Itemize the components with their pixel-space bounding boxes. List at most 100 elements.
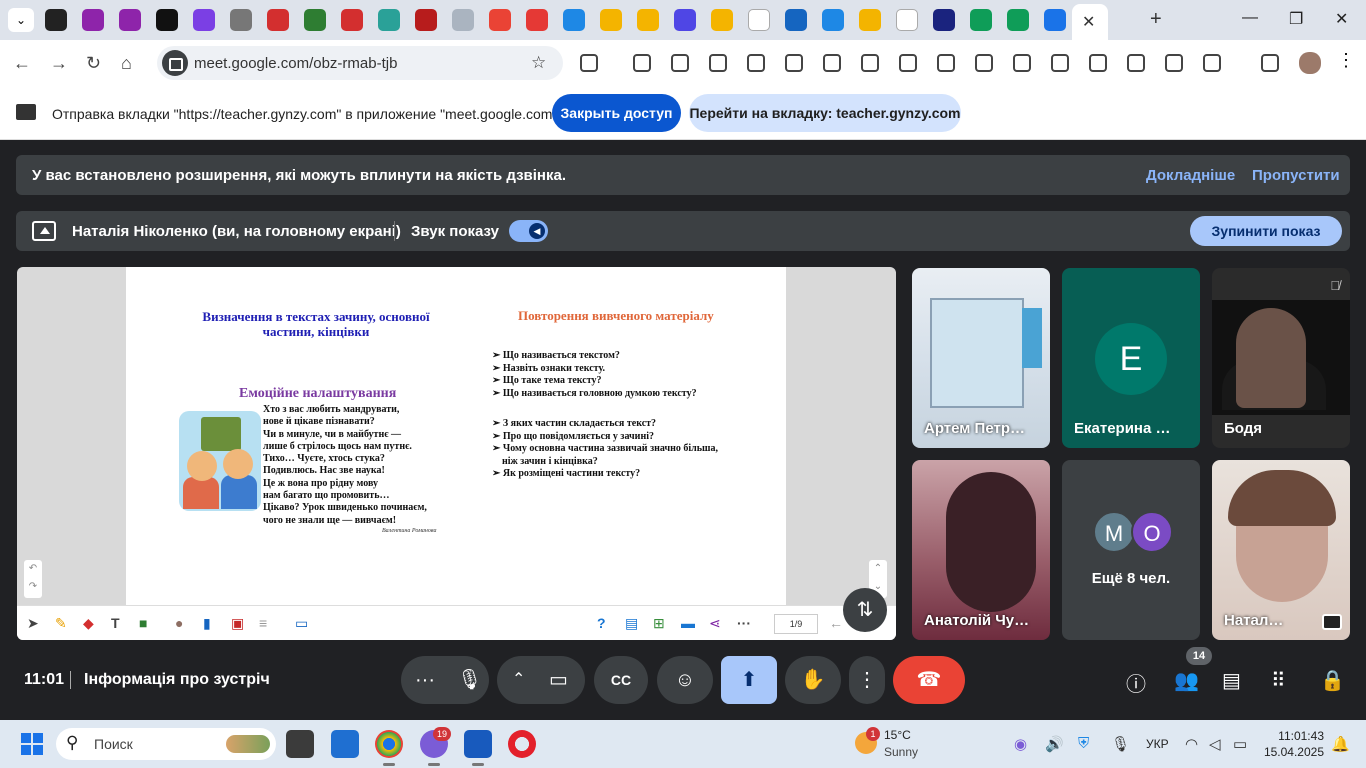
folder-icon[interactable]: ▬ xyxy=(681,615,695,631)
more-icon[interactable]: ··· xyxy=(737,615,751,631)
back-button[interactable]: ← xyxy=(13,53,31,74)
participant-tile[interactable]: Е Екатерина … xyxy=(1062,268,1200,448)
tab-active-meet[interactable]: ✕ xyxy=(1072,4,1108,40)
browser-tab[interactable] xyxy=(896,9,918,31)
speaker-icon[interactable]: ◁ xyxy=(1209,735,1221,753)
menu-icon[interactable]: ⋮ xyxy=(1337,50,1355,70)
stop-presenting-button[interactable]: Зупинити показ xyxy=(1190,216,1342,246)
browser-tab[interactable] xyxy=(82,9,104,31)
present-button[interactable]: ⬆ xyxy=(721,656,777,704)
browser-tab[interactable] xyxy=(822,9,844,31)
more-options-button[interactable]: ⋮ xyxy=(849,656,885,704)
leave-call-button[interactable]: ☎ xyxy=(893,656,965,704)
extensions-icon[interactable] xyxy=(580,54,598,72)
opera-icon[interactable] xyxy=(508,730,536,758)
tool-icon[interactable]: ● xyxy=(175,615,183,631)
tool-icon[interactable]: ▮ xyxy=(203,615,211,632)
browser-tab[interactable] xyxy=(304,9,326,31)
home-button[interactable]: ⌂ xyxy=(121,53,132,74)
captions-button[interactable]: CC xyxy=(594,656,648,704)
browser-tab[interactable] xyxy=(1007,9,1029,31)
browser-tab[interactable] xyxy=(674,9,696,31)
tab-close-icon[interactable]: ✕ xyxy=(1082,12,1095,32)
share-icon[interactable]: ⋖ xyxy=(709,615,721,632)
minimize-button[interactable]: — xyxy=(1242,9,1258,27)
meeting-info-icon[interactable]: ⓘ xyxy=(1126,668,1146,697)
key-icon[interactable] xyxy=(671,54,689,72)
page-indicator[interactable]: 1/9 xyxy=(774,614,818,634)
bookmark-star-icon[interactable]: ☆ xyxy=(531,53,546,73)
system-clock[interactable]: 11:01:43 15.04.2025 xyxy=(1262,728,1324,760)
browser-tab[interactable] xyxy=(711,9,733,31)
browser-tab[interactable] xyxy=(267,9,289,31)
card-icon[interactable] xyxy=(709,54,727,72)
browser-tab[interactable] xyxy=(1044,9,1066,31)
browser-tab[interactable] xyxy=(970,9,992,31)
taskbar-search[interactable]: ⚲ Поиск xyxy=(56,728,276,760)
browser-tab[interactable] xyxy=(859,9,881,31)
chrome-icon[interactable] xyxy=(375,730,403,766)
pen-icon[interactable]: ✎ xyxy=(55,615,67,632)
participant-tile[interactable]: 🎙̸ Бодя xyxy=(1212,268,1350,448)
activities-icon[interactable]: ⠿ xyxy=(1271,668,1286,693)
profile-avatar[interactable] xyxy=(1299,52,1321,74)
screenshot-icon[interactable] xyxy=(937,54,955,72)
wifi-icon[interactable]: ◠ xyxy=(1185,735,1198,753)
reader-icon[interactable] xyxy=(1051,54,1069,72)
chat-icon[interactable]: ▤ xyxy=(1222,668,1241,693)
participant-tile[interactable]: Артем Петр… xyxy=(912,268,1050,448)
address-bar[interactable]: meet.google.com/obz-rmab-tjb ☆ xyxy=(157,46,563,80)
skip-link[interactable]: Пропустити xyxy=(1252,167,1340,184)
browser-tab[interactable] xyxy=(563,9,585,31)
browser-tab[interactable] xyxy=(230,9,252,31)
shapes-icon[interactable]: ■ xyxy=(139,615,147,631)
browser-tab[interactable] xyxy=(415,9,437,31)
browser-tab[interactable] xyxy=(452,9,474,31)
presentation-sound-toggle[interactable]: ◀ xyxy=(509,220,548,242)
word-icon[interactable] xyxy=(464,730,492,766)
tool-icon[interactable]: ▣ xyxy=(231,615,244,632)
browser-tab[interactable] xyxy=(526,9,548,31)
browser-tab[interactable] xyxy=(341,9,363,31)
qr-icon[interactable] xyxy=(1013,54,1031,72)
eraser-icon[interactable]: ◆ xyxy=(83,615,94,632)
download-icon[interactable] xyxy=(1261,54,1279,72)
tool-icon[interactable]: ≡ xyxy=(259,615,267,631)
print-icon[interactable] xyxy=(899,54,917,72)
browser-tab[interactable] xyxy=(45,9,67,31)
meeting-info-title[interactable]: Інформація про зустріч xyxy=(84,671,270,689)
trash-icon[interactable] xyxy=(861,54,879,72)
security-tray-icon[interactable]: ⛨ xyxy=(1078,735,1089,752)
close-window-button[interactable]: ✕ xyxy=(1335,9,1348,29)
mic-tray-icon[interactable]: 🎙 xyxy=(1111,735,1130,753)
car-icon[interactable] xyxy=(633,54,651,72)
help-icon[interactable]: ? xyxy=(597,615,606,631)
add-page-icon[interactable]: ⊞ xyxy=(653,615,665,632)
undo-redo-panel[interactable]: ↶ ↷ xyxy=(24,560,42,598)
devices-icon[interactable] xyxy=(1127,54,1145,72)
tab-search-chevron-icon[interactable]: ⌄ xyxy=(8,8,34,32)
stop-sharing-button[interactable]: Закрыть доступ xyxy=(552,94,681,132)
save-icon[interactable]: ▤ xyxy=(625,615,638,632)
browser-tab[interactable] xyxy=(489,9,511,31)
prev-page-icon[interactable]: ← xyxy=(829,615,843,631)
battery-icon[interactable]: ▭ xyxy=(1233,735,1247,753)
camera-icon[interactable]: ▭ xyxy=(549,656,568,704)
browser-tab[interactable] xyxy=(748,9,770,31)
list-icon[interactable] xyxy=(823,54,841,72)
go-to-tab-button[interactable]: Перейти на вкладку: teacher.gynzy.com xyxy=(689,94,961,132)
reload-button[interactable]: ↻ xyxy=(86,53,101,74)
browser-tab[interactable] xyxy=(785,9,807,31)
emoji-button[interactable]: ☺ xyxy=(657,656,713,704)
forward-button[interactable]: → xyxy=(50,53,68,74)
translate-icon[interactable] xyxy=(975,54,993,72)
shared-screen[interactable]: Визначення в текстах зачину, основної ча… xyxy=(17,267,896,640)
browser-tab[interactable] xyxy=(637,9,659,31)
browser-tab[interactable] xyxy=(378,9,400,31)
temperature[interactable]: 15°C xyxy=(884,728,911,742)
participant-tile[interactable]: Анатолій Чу… xyxy=(912,460,1050,640)
table-icon[interactable] xyxy=(1165,54,1183,72)
code-icon[interactable] xyxy=(1203,54,1221,72)
site-info-icon[interactable] xyxy=(162,50,188,76)
viber-tray-icon[interactable]: ◉ xyxy=(1014,735,1027,753)
